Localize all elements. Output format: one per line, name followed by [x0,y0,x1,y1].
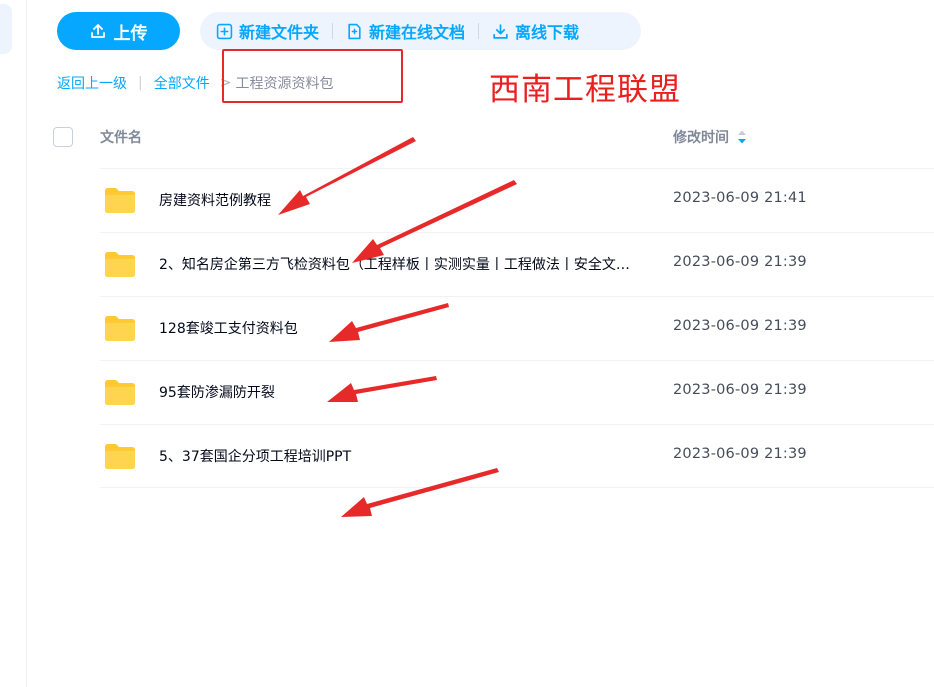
folder-icon [105,380,135,405]
file-name[interactable]: 房建资料范例教程 [159,190,639,210]
file-modified-time: 2023-06-09 21:39 [673,318,807,334]
file-name[interactable]: 128套竣工支付资料包 [159,318,639,338]
file-modified-time: 2023-06-09 21:39 [673,254,807,270]
file-name[interactable]: 5、37套国企分项工程培训PPT [159,446,639,466]
folder-icon [105,188,135,213]
new-folder-icon [216,23,233,39]
file-name[interactable]: 95套防渗漏防开裂 [159,382,639,402]
sidebar-active-tab[interactable] [0,4,12,54]
annotation-highlight-box [222,49,403,103]
file-name[interactable]: 2、知名房企第三方飞检资料包（工程样板丨实测实量丨工程做法丨安全文明丨质量通病丨… [159,254,639,274]
new-online-doc-button[interactable]: 新建在线文档 [346,19,465,43]
folder-icon [105,316,135,341]
file-modified-time: 2023-06-09 21:41 [673,190,807,206]
divider [332,23,334,39]
annotation-watermark-text: 西南工程联盟 [489,72,681,108]
select-all-checkbox[interactable] [53,127,73,147]
table-row[interactable]: 房建资料范例教程 2023-06-09 21:41 [100,168,934,232]
column-header-name[interactable]: 文件名 [100,127,142,147]
column-header-time-label: 修改时间 [673,130,729,146]
new-folder-label: 新建文件夹 [239,23,320,42]
offline-download-label: 离线下载 [515,23,580,42]
download-icon [493,23,508,39]
file-modified-time: 2023-06-09 21:39 [673,382,807,398]
table-row[interactable]: 5、37套国企分项工程培训PPT 2023-06-09 21:39 [100,424,934,488]
sort-icon[interactable] [735,128,749,146]
folder-icon [105,252,135,277]
upload-label: 上传 [113,23,148,44]
table-header: 文件名 修改时间 [53,122,934,152]
new-online-doc-label: 新建在线文档 [369,23,466,42]
table-row[interactable]: 95套防渗漏防开裂 2023-06-09 21:39 [100,360,934,424]
upload-button[interactable]: 上传 [57,12,180,50]
breadcrumb-all-files-link[interactable]: 全部文件 [154,73,210,93]
offline-download-button[interactable]: 离线下载 [492,19,579,43]
divider [478,23,480,39]
column-header-time[interactable]: 修改时间 [673,127,749,147]
table-row[interactable]: 2、知名房企第三方飞检资料包（工程样板丨实测实量丨工程做法丨安全文明丨质量通病丨… [100,232,934,296]
breadcrumb-divider: | [138,75,143,91]
action-bar: 新建文件夹 新建在线文档 离线下载 [200,12,641,50]
file-modified-time: 2023-06-09 21:39 [673,446,807,462]
new-doc-icon [348,23,361,39]
left-sidebar-strip [0,0,27,687]
new-folder-button[interactable]: 新建文件夹 [216,19,319,43]
table-row[interactable]: 128套竣工支付资料包 2023-06-09 21:39 [100,296,934,360]
folder-icon [105,444,135,469]
upload-icon [90,24,105,38]
breadcrumb-back-link[interactable]: 返回上一级 [57,73,127,93]
